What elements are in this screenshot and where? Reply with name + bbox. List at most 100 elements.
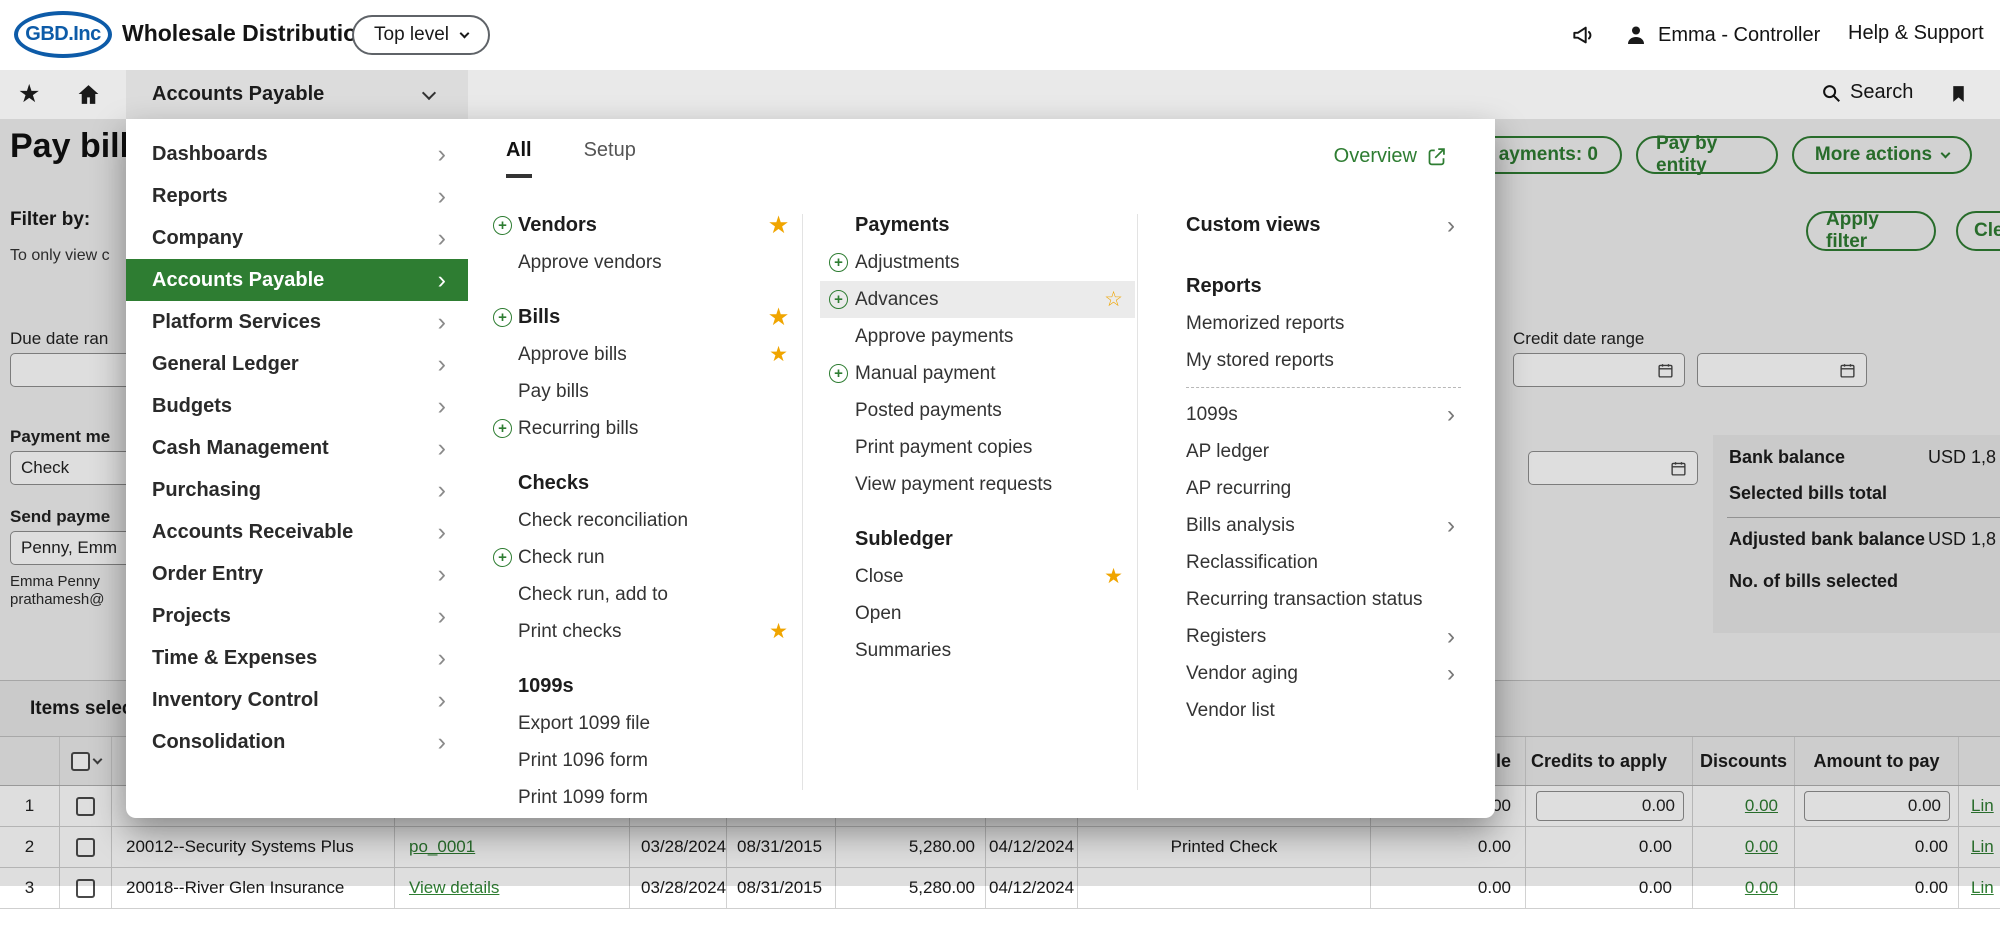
menu-item-label: My stored reports: [1186, 349, 1334, 371]
company-logo[interactable]: GBD.Inc: [14, 11, 112, 58]
module-selector-label: Accounts Payable: [152, 83, 325, 105]
menu-item-print-1096-form[interactable]: Print 1096 form: [493, 742, 788, 779]
favorite-star-icon[interactable]: ★: [769, 621, 788, 642]
chevron-right-icon: ›: [437, 643, 446, 672]
add-manual-payment-icon[interactable]: +: [829, 364, 848, 383]
overview-link[interactable]: Overview: [1334, 145, 1447, 168]
menu-item-close[interactable]: Close ★: [820, 558, 1135, 595]
tab-all[interactable]: All: [506, 139, 532, 178]
add-check-run-icon[interactable]: +: [493, 548, 512, 567]
favorite-star-icon[interactable]: ★: [769, 215, 788, 236]
chevron-right-icon: ›: [437, 181, 446, 210]
sidebar-item-consolidation[interactable]: Consolidation ›: [126, 721, 468, 763]
add-recurring-bill-icon[interactable]: +: [493, 419, 512, 438]
menu-item-registers[interactable]: Registers ›: [1186, 618, 1461, 655]
chevron-right-icon: ›: [437, 265, 446, 294]
menu-header-label: 1099s: [518, 675, 574, 697]
menu-item-approve-bills[interactable]: Approve bills ★: [493, 336, 788, 373]
add-advance-icon[interactable]: +: [829, 290, 848, 309]
chevron-right-icon: ›: [437, 349, 446, 378]
sidebar-item-budgets[interactable]: Budgets ›: [126, 385, 468, 427]
menu-header-label: Subledger: [855, 528, 953, 550]
menu-item-adjustments[interactable]: + Adjustments: [820, 244, 1135, 281]
sidebar-item-accounts-receivable[interactable]: Accounts Receivable ›: [126, 511, 468, 553]
chevron-right-icon: ›: [437, 517, 446, 546]
add-adjustment-icon[interactable]: +: [829, 253, 848, 272]
menu-item-check-run[interactable]: + Check run: [493, 539, 788, 576]
menu-item-export-1099-file[interactable]: Export 1099 file: [493, 705, 788, 742]
sidebar-item-order-entry[interactable]: Order Entry ›: [126, 553, 468, 595]
menu-item-check-reconciliation[interactable]: Check reconciliation: [493, 502, 788, 539]
search-button[interactable]: Search: [1820, 81, 1913, 104]
favorite-star-icon[interactable]: ★: [769, 307, 788, 328]
menu-item-bills[interactable]: + Bills ★: [493, 299, 788, 336]
module-selector-accounts-payable[interactable]: Accounts Payable: [126, 70, 468, 119]
favorite-star-icon[interactable]: ★: [769, 344, 788, 365]
chevron-right-icon: ›: [437, 433, 446, 462]
menu-item-my-stored-reports[interactable]: My stored reports: [1186, 342, 1461, 379]
sidebar-item-time-expenses[interactable]: Time & Expenses ›: [126, 637, 468, 679]
menu-item-advances[interactable]: + Advances ☆: [820, 281, 1135, 318]
tab-setup[interactable]: Setup: [584, 139, 636, 178]
menu-item-manual-payment[interactable]: + Manual payment: [820, 355, 1135, 392]
menu-item-label: Custom views: [1186, 214, 1321, 236]
menu-item-vendor-list[interactable]: Vendor list: [1186, 692, 1461, 729]
sidebar-item-platform-services[interactable]: Platform Services ›: [126, 301, 468, 343]
menu-item-approve-vendors[interactable]: Approve vendors: [493, 244, 788, 281]
menu-item-reclassification[interactable]: Reclassification: [1186, 544, 1461, 581]
menu-item-recurring-transaction-status[interactable]: Recurring transaction status: [1186, 581, 1461, 618]
sidebar-item-dashboards[interactable]: Dashboards ›: [126, 133, 468, 175]
menu-item-print-checks[interactable]: Print checks ★: [493, 613, 788, 650]
menu-item-print-1099-form[interactable]: Print 1099 form: [493, 779, 788, 816]
menu-item-print-payment-copies[interactable]: Print payment copies: [820, 429, 1135, 466]
menu-item-view-payment-requests[interactable]: View payment requests: [820, 466, 1135, 503]
add-bill-icon[interactable]: +: [493, 308, 512, 327]
sidebar-item-general-ledger[interactable]: General Ledger ›: [126, 343, 468, 385]
menu-item-label: Bills analysis: [1186, 514, 1295, 536]
menu-item-label: Print payment copies: [855, 436, 1033, 458]
menu-item-approve-payments[interactable]: Approve payments: [820, 318, 1135, 355]
bookmark-icon[interactable]: [1948, 81, 1969, 107]
favorite-star-outline-icon[interactable]: ☆: [1104, 289, 1123, 310]
menu-item-memorized-reports[interactable]: Memorized reports: [1186, 305, 1461, 342]
sidebar-item-cash-management[interactable]: Cash Management ›: [126, 427, 468, 469]
menu-item-1099s-reports[interactable]: 1099s ›: [1186, 396, 1461, 433]
sidebar-item-accounts-payable[interactable]: Accounts Payable ›: [126, 259, 468, 301]
menu-item-vendors[interactable]: + Vendors ★: [493, 207, 788, 244]
entity-selector[interactable]: Top level: [352, 15, 490, 55]
menu-header-payments: Payments: [820, 207, 1135, 244]
menu-item-label: View payment requests: [855, 473, 1053, 495]
user-menu[interactable]: Emma - Controller: [1624, 0, 1820, 70]
menu-item-ap-ledger[interactable]: AP ledger: [1186, 433, 1461, 470]
sidebar-item-purchasing[interactable]: Purchasing ›: [126, 469, 468, 511]
help-support-link[interactable]: Help & Support: [1848, 22, 1984, 45]
menu-item-bills-analysis[interactable]: Bills analysis ›: [1186, 507, 1461, 544]
chevron-right-icon: ›: [437, 307, 446, 336]
menu-item-vendor-aging[interactable]: Vendor aging ›: [1186, 655, 1461, 692]
sidebar-item-reports[interactable]: Reports ›: [126, 175, 468, 217]
menu-item-label: Approve vendors: [518, 251, 662, 273]
menu-column-reports: Custom views › Reports Memorized reports …: [1186, 207, 1461, 729]
menu-item-check-run-add-to[interactable]: Check run, add to: [493, 576, 788, 613]
chevron-right-icon: ›: [437, 391, 446, 420]
column-divider: [802, 214, 803, 790]
menu-item-label: 1099s: [1186, 403, 1238, 425]
menu-item-posted-payments[interactable]: Posted payments: [820, 392, 1135, 429]
announcements-icon[interactable]: [1570, 22, 1596, 48]
sidebar-item-label: Time & Expenses: [152, 646, 318, 669]
menu-item-custom-views[interactable]: Custom views ›: [1186, 207, 1461, 244]
home-icon[interactable]: [76, 82, 101, 107]
sidebar-item-company[interactable]: Company ›: [126, 217, 468, 259]
menu-item-pay-bills[interactable]: Pay bills: [493, 373, 788, 410]
menu-item-ap-recurring[interactable]: AP recurring: [1186, 470, 1461, 507]
sidebar-item-inventory-control[interactable]: Inventory Control ›: [126, 679, 468, 721]
add-vendor-icon[interactable]: +: [493, 216, 512, 235]
sidebar-item-projects[interactable]: Projects ›: [126, 595, 468, 637]
menu-item-open[interactable]: Open: [820, 595, 1135, 632]
chevron-right-icon: ›: [1447, 659, 1455, 687]
menu-item-summaries[interactable]: Summaries: [820, 632, 1135, 669]
favorites-star-icon[interactable]: ★: [18, 79, 40, 109]
menu-item-recurring-bills[interactable]: + Recurring bills: [493, 410, 788, 447]
dashed-divider: [1186, 387, 1461, 388]
favorite-star-icon[interactable]: ★: [1104, 566, 1123, 587]
